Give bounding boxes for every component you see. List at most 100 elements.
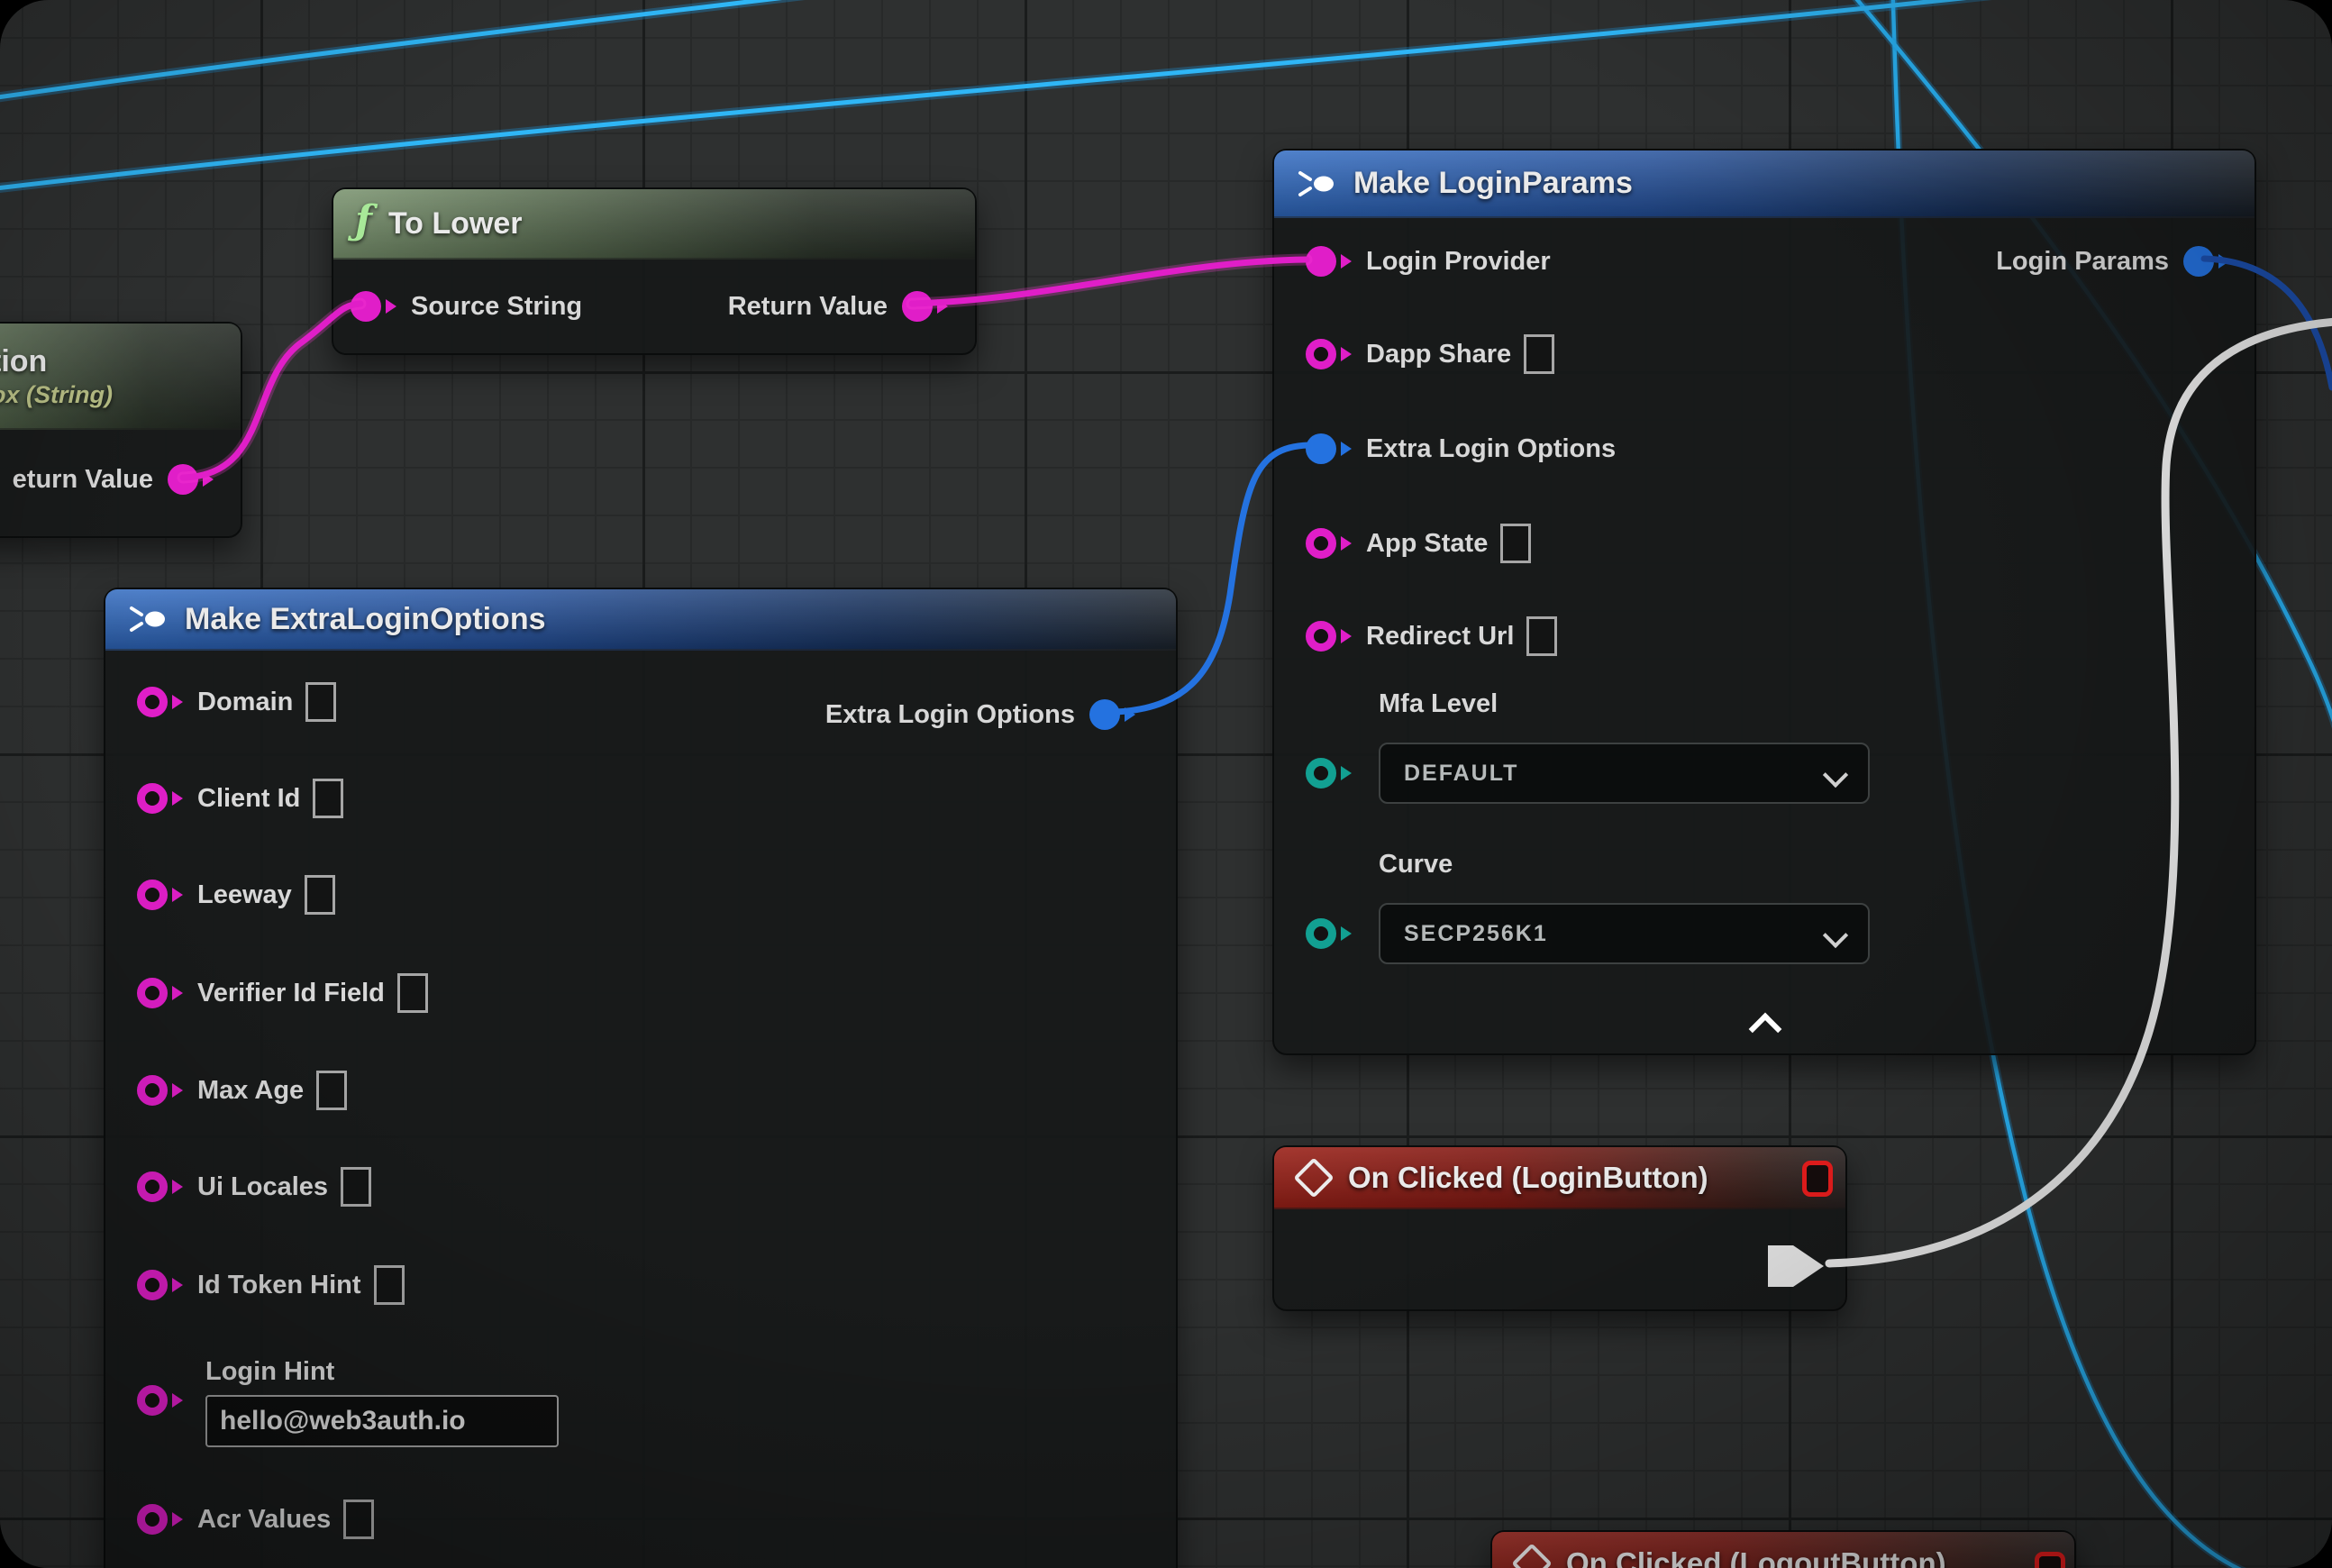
app-state-default-checkbox[interactable]	[1500, 524, 1531, 563]
exec-output-pin[interactable]	[1768, 1244, 1835, 1288]
delegate-pin[interactable]	[2035, 1552, 2065, 1568]
make-extra-login-options-header[interactable]: Make ExtraLoginOptions	[105, 589, 1176, 651]
output-pin-label: Return Value	[728, 292, 888, 322]
mfa-level-value: DEFAULT	[1404, 761, 1518, 787]
login-hint-input[interactable]	[205, 1395, 559, 1447]
redirect-url-input-row: Redirect Url	[1306, 615, 1557, 657]
pin-label: Id Token Hint	[197, 1271, 361, 1300]
struct-input-pin[interactable]	[1306, 433, 1336, 464]
max-age-default-checkbox[interactable]	[316, 1071, 347, 1110]
string-input-pin[interactable]	[137, 1385, 168, 1416]
make-login-params-header[interactable]: Make LoginParams	[1274, 150, 2255, 218]
pin-label: App State	[1366, 529, 1488, 559]
make-extra-login-options-node[interactable]: Make ExtraLoginOptions Domain Client Id …	[104, 588, 1178, 1568]
id-token-hint-default-checkbox[interactable]	[374, 1265, 405, 1305]
app-state-input-row: App State	[1306, 523, 1531, 564]
string-input-pin[interactable]	[137, 687, 168, 717]
redirect-url-default-checkbox[interactable]	[1526, 616, 1557, 656]
enum-input-pin[interactable]	[1306, 918, 1336, 949]
max-age-input-row: Max Age	[137, 1070, 347, 1111]
mfa-level-pin-row	[1306, 752, 1352, 794]
pin-nub-icon	[172, 986, 183, 1000]
login-hint-pin-row	[137, 1380, 183, 1421]
blueprint-graph-canvas[interactable]: tion ox (String) eturn Value ƒ To Lower …	[0, 0, 2332, 1568]
string-input-pin[interactable]	[137, 978, 168, 1008]
login-hint-label: Login Hint	[205, 1357, 334, 1387]
pin-label: Dapp Share	[1366, 340, 1511, 369]
extra-login-options-input-row: Extra Login Options	[1306, 428, 1616, 469]
string-output-pin[interactable]	[168, 464, 198, 495]
curve-dropdown[interactable]: SECP256K1	[1379, 903, 1870, 964]
input-pin-label: Source String	[411, 292, 582, 322]
struct-output-pin[interactable]	[1089, 699, 1120, 730]
string-input-pin[interactable]	[351, 291, 381, 322]
acr-values-default-checkbox[interactable]	[343, 1500, 374, 1539]
node-title: Make ExtraLoginOptions	[185, 602, 546, 637]
collapse-arrow-icon[interactable]	[1749, 1013, 1782, 1046]
acr-values-input-row: Acr Values	[137, 1499, 374, 1540]
pin-nub-icon	[172, 1393, 183, 1408]
string-input-pin[interactable]	[137, 1504, 168, 1535]
pin-nub-icon	[1341, 254, 1352, 269]
pin-label: Redirect Url	[1366, 622, 1514, 652]
on-clicked-logout-header[interactable]: On Clicked (LogoutButton)	[1492, 1532, 2074, 1568]
string-input-pin[interactable]	[137, 1171, 168, 1202]
verifier-id-field-input-row: Verifier Id Field	[137, 972, 428, 1014]
pin-label: Client Id	[197, 784, 300, 814]
pin-nub-icon	[172, 1083, 183, 1098]
string-input-pin[interactable]	[1306, 528, 1336, 559]
delegate-pin[interactable]	[1802, 1161, 1833, 1197]
domain-default-checkbox[interactable]	[305, 682, 336, 722]
decor-wire-top-1-glow	[0, 0, 988, 101]
pin-label: Max Age	[197, 1076, 304, 1106]
truncated-function-node-header[interactable]: tion ox (String)	[0, 324, 241, 430]
on-clicked-login-header[interactable]: On Clicked (LoginButton)	[1274, 1147, 1845, 1209]
enum-input-pin[interactable]	[1306, 758, 1336, 789]
string-output-pin[interactable]	[902, 291, 933, 322]
string-input-pin[interactable]	[137, 783, 168, 814]
verifier-id-field-default-checkbox[interactable]	[397, 973, 428, 1013]
pin-label: Domain	[197, 688, 293, 717]
make-login-params-node[interactable]: Make LoginParams Login Provider Dapp Sha…	[1272, 149, 2256, 1055]
mfa-level-dropdown[interactable]: DEFAULT	[1379, 743, 1870, 804]
pin-nub-icon	[1341, 766, 1352, 780]
event-diamond-icon	[1293, 1157, 1334, 1198]
client-id-default-checkbox[interactable]	[313, 779, 343, 818]
leeway-default-checkbox[interactable]	[305, 875, 335, 915]
pin-nub-icon	[172, 695, 183, 709]
ui-locales-default-checkbox[interactable]	[341, 1167, 371, 1207]
to-lower-node[interactable]: ƒ To Lower Source String Return Value	[332, 187, 977, 355]
pin-nub-icon	[1341, 442, 1352, 456]
string-input-pin[interactable]	[1306, 246, 1336, 277]
string-input-pin[interactable]	[137, 1075, 168, 1106]
pin-label: Acr Values	[197, 1505, 331, 1535]
pin-nub-icon	[937, 299, 948, 314]
on-clicked-login-button-node[interactable]: On Clicked (LoginButton)	[1272, 1145, 1847, 1311]
curve-pin-row	[1306, 913, 1352, 954]
pin-nub-icon	[172, 1180, 183, 1194]
chevron-down-icon	[1823, 923, 1848, 948]
to-lower-header[interactable]: ƒ To Lower	[333, 189, 975, 260]
string-input-pin[interactable]	[137, 1270, 168, 1300]
dapp-share-default-checkbox[interactable]	[1524, 334, 1554, 374]
node-subtitle-fragment: ox (String)	[0, 383, 113, 407]
dapp-share-input-row: Dapp Share	[1306, 333, 1554, 375]
string-input-pin[interactable]	[137, 880, 168, 910]
string-input-pin[interactable]	[1306, 339, 1336, 369]
pin-nub-icon	[1341, 347, 1352, 361]
pin-nub-icon	[1341, 926, 1352, 941]
truncated-function-node[interactable]: tion ox (String) eturn Value	[0, 322, 242, 538]
decor-wire-top-1	[0, 0, 988, 101]
pin-nub-icon	[203, 472, 214, 487]
output-pin-label: Login Params	[1996, 247, 2169, 277]
pin-label: Login Provider	[1366, 247, 1551, 277]
pin-nub-icon	[2218, 254, 2229, 269]
node-title: To Lower	[388, 206, 523, 242]
output-pin-label: Extra Login Options	[825, 700, 1075, 730]
pin-label: Extra Login Options	[1366, 434, 1616, 464]
on-clicked-logout-button-node[interactable]: On Clicked (LogoutButton)	[1490, 1530, 2076, 1568]
domain-input-row: Domain	[137, 681, 336, 723]
string-input-pin[interactable]	[1306, 621, 1336, 652]
source-string-input-row: Source String	[351, 286, 582, 327]
struct-output-pin[interactable]	[2183, 246, 2214, 277]
